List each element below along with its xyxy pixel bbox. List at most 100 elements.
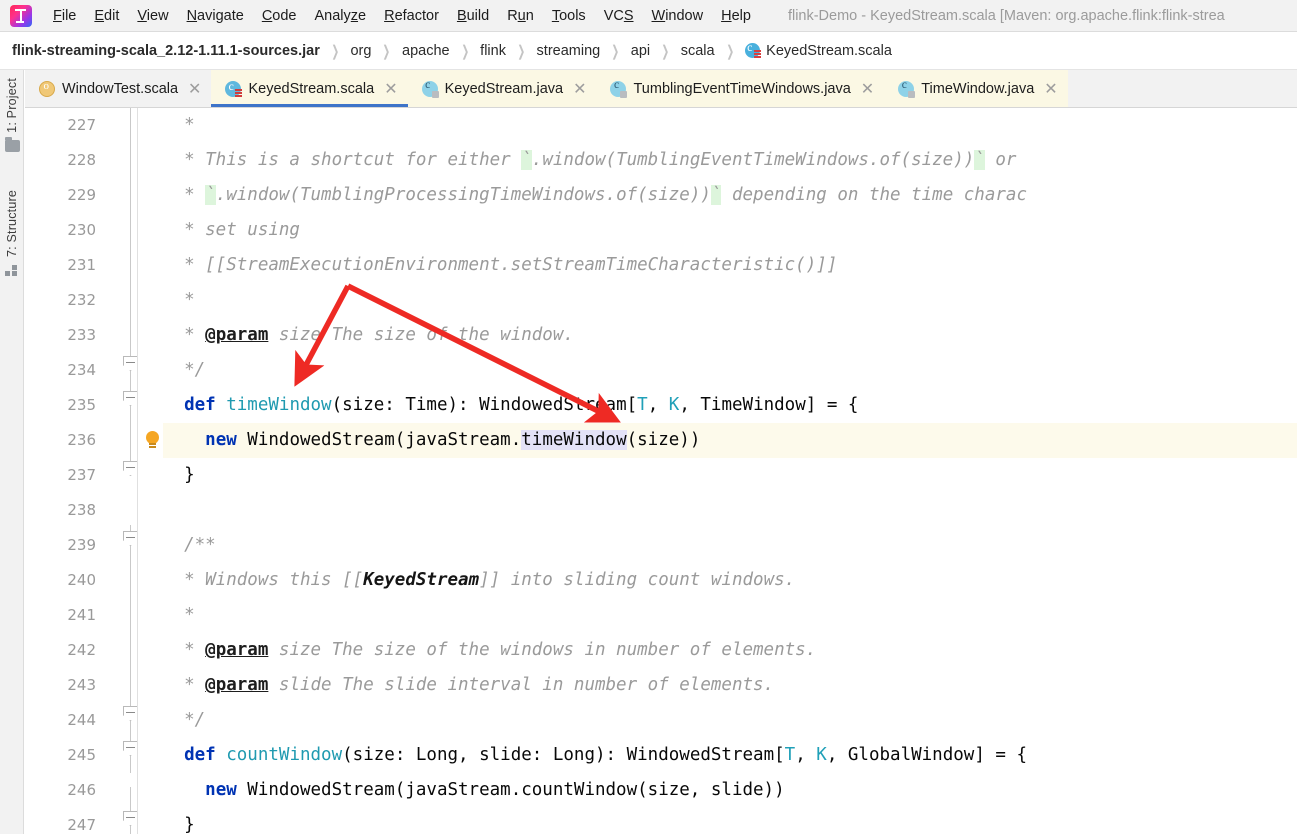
code-line-247: }: [163, 815, 195, 834]
menu-help[interactable]: Help: [712, 6, 760, 26]
code-line-230: * set using: [163, 220, 300, 240]
menu-analyze[interactable]: Analyze: [306, 6, 376, 26]
tab-timewindow-java[interactable]: TimeWindow.java ✕: [884, 70, 1068, 107]
menu-bar: File Edit View Navigate Code Analyze Ref…: [0, 0, 1297, 32]
type-param-t: T: [784, 745, 796, 765]
breadcrumb-item-api[interactable]: api: [631, 43, 650, 59]
type-param-k: K: [668, 395, 680, 415]
breadcrumb-item-org[interactable]: org: [350, 43, 371, 59]
tab-keyedstream-scala[interactable]: KeyedStream.scala ✕: [211, 70, 408, 107]
breadcrumb-separator-icon: ❯: [661, 42, 670, 60]
code-line-245: def countWindow(size: Long, slide: Long)…: [184, 745, 1028, 765]
intention-bulb-icon[interactable]: [144, 431, 161, 449]
line-number: 242: [67, 641, 96, 659]
tab-label: WindowTest.scala: [62, 80, 179, 97]
code-line-242: * @param size The size of the windows in…: [163, 640, 817, 660]
keyword-new: new: [205, 430, 237, 450]
menu-vcs[interactable]: VCS: [595, 6, 643, 26]
type-param-k: K: [816, 745, 827, 765]
fold-marker-doc-239[interactable]: [123, 531, 138, 546]
line-number: 232: [67, 291, 96, 309]
method-name-timewindow: timeWindow: [226, 395, 332, 415]
line-number: 243: [67, 676, 96, 694]
code-line-229: * `.window(TumblingProcessingTimeWindows…: [163, 185, 1027, 205]
breadcrumb-item-file[interactable]: KeyedStream.scala: [745, 40, 892, 59]
line-number: 227: [67, 116, 96, 134]
breadcrumb-item-jar[interactable]: flink-streaming-scala_2.12-1.11.1-source…: [12, 43, 320, 59]
close-icon[interactable]: ✕: [188, 80, 201, 97]
sidebar-item-structure[interactable]: 7: Structure: [0, 190, 24, 277]
tab-label: TumblingEventTimeWindows.java: [633, 80, 851, 97]
code-text-area[interactable]: * * This is a shortcut for either `.wind…: [163, 108, 1297, 834]
line-number: 234: [67, 361, 96, 379]
tab-label: TimeWindow.java: [921, 80, 1035, 97]
left-tool-stripe: 1: Project 7: Structure: [0, 70, 24, 834]
fold-marker-method-end-237[interactable]: [123, 461, 138, 476]
highlighted-identifier-timewindow: timeWindow: [521, 430, 627, 450]
code-line-244: */: [163, 710, 206, 730]
fold-marker-doc-244[interactable]: [123, 706, 138, 721]
menu-refactor[interactable]: Refactor: [375, 6, 448, 26]
menu-tools[interactable]: Tools: [543, 6, 595, 26]
java-class-icon: [421, 79, 439, 98]
code-line-233: * @param size The size of the window.: [163, 325, 574, 345]
fold-marker-method-end-247[interactable]: [123, 811, 138, 826]
line-number: 236: [67, 431, 96, 449]
code-line-239: /**: [163, 535, 216, 555]
breadcrumb-item-flink[interactable]: flink: [480, 43, 506, 59]
breadcrumb-item-scala[interactable]: scala: [681, 43, 715, 59]
code-line-243: * @param slide The slide interval in num…: [163, 675, 775, 695]
breadcrumb-separator-icon: ❯: [382, 42, 391, 60]
line-number: 245: [67, 746, 96, 764]
close-icon[interactable]: ✕: [1044, 80, 1057, 97]
breadcrumb-item-streaming[interactable]: streaming: [537, 43, 601, 59]
menu-file[interactable]: File: [44, 6, 85, 26]
keyword-def: def: [184, 745, 216, 765]
scala-object-icon: [39, 80, 55, 97]
close-icon[interactable]: ✕: [573, 80, 586, 97]
close-icon[interactable]: ✕: [861, 80, 874, 97]
line-number: 228: [67, 151, 96, 169]
javadoc-param-tag: @param: [205, 640, 269, 660]
fold-marker-doc-234[interactable]: [123, 356, 138, 371]
tab-label: KeyedStream.scala: [248, 80, 375, 97]
tab-windowtest-scala[interactable]: WindowTest.scala ✕: [25, 70, 212, 107]
line-number: 237: [67, 466, 96, 484]
fold-marker-method-245[interactable]: [123, 741, 138, 756]
line-number: 233: [67, 326, 96, 344]
close-icon[interactable]: ✕: [384, 80, 397, 97]
javadoc-link-keyedstream[interactable]: KeyedStream: [363, 570, 479, 590]
breadcrumb-item-apache[interactable]: apache: [402, 43, 450, 59]
fold-region-line: [130, 370, 131, 468]
tab-tumblingeventtimewindows-java[interactable]: TumblingEventTimeWindows.java ✕: [596, 70, 885, 107]
line-number-gutter: 227 228 229 230 231 232 233 234 235 236 …: [25, 108, 108, 834]
menu-window[interactable]: Window: [643, 6, 713, 26]
sidebar-item-project[interactable]: 1: Project: [0, 78, 24, 152]
menu-code[interactable]: Code: [253, 6, 306, 26]
keyword-new: new: [205, 780, 237, 800]
fold-marker-method-235[interactable]: [123, 391, 138, 406]
scala-class-icon: [225, 79, 243, 98]
code-line-240: * Windows this [[KeyedStream]] into slid…: [163, 570, 796, 590]
window-title: flink-Demo - KeyedStream.scala [Maven: o…: [787, 7, 1225, 24]
menu-navigate[interactable]: Navigate: [178, 6, 253, 26]
code-line-246: new WindowedStream(javaStream.countWindo…: [205, 780, 785, 800]
fold-region-line: [130, 525, 131, 773]
breadcrumb-separator-icon: ❯: [331, 42, 340, 60]
menu-run[interactable]: Run: [498, 6, 543, 26]
breadcrumb-separator-icon: ❯: [725, 42, 734, 60]
line-number: 246: [67, 781, 96, 799]
line-number: 239: [67, 536, 96, 554]
breadcrumb-separator-icon: ❯: [517, 42, 526, 60]
code-line-227: *: [163, 115, 195, 135]
menu-build[interactable]: Build: [448, 6, 498, 26]
code-editor[interactable]: 227 228 229 230 231 232 233 234 235 236 …: [25, 108, 1297, 834]
menu-edit[interactable]: Edit: [85, 6, 128, 26]
structure-icon: [5, 265, 19, 277]
tab-keyedstream-java[interactable]: KeyedStream.java ✕: [407, 70, 597, 107]
menu-view[interactable]: View: [128, 6, 177, 26]
code-line-232: *: [163, 290, 195, 310]
code-line-235: def timeWindow(size: Time): WindowedStre…: [184, 395, 859, 415]
code-line-241: *: [163, 605, 195, 625]
folding-gutter[interactable]: [108, 108, 163, 834]
